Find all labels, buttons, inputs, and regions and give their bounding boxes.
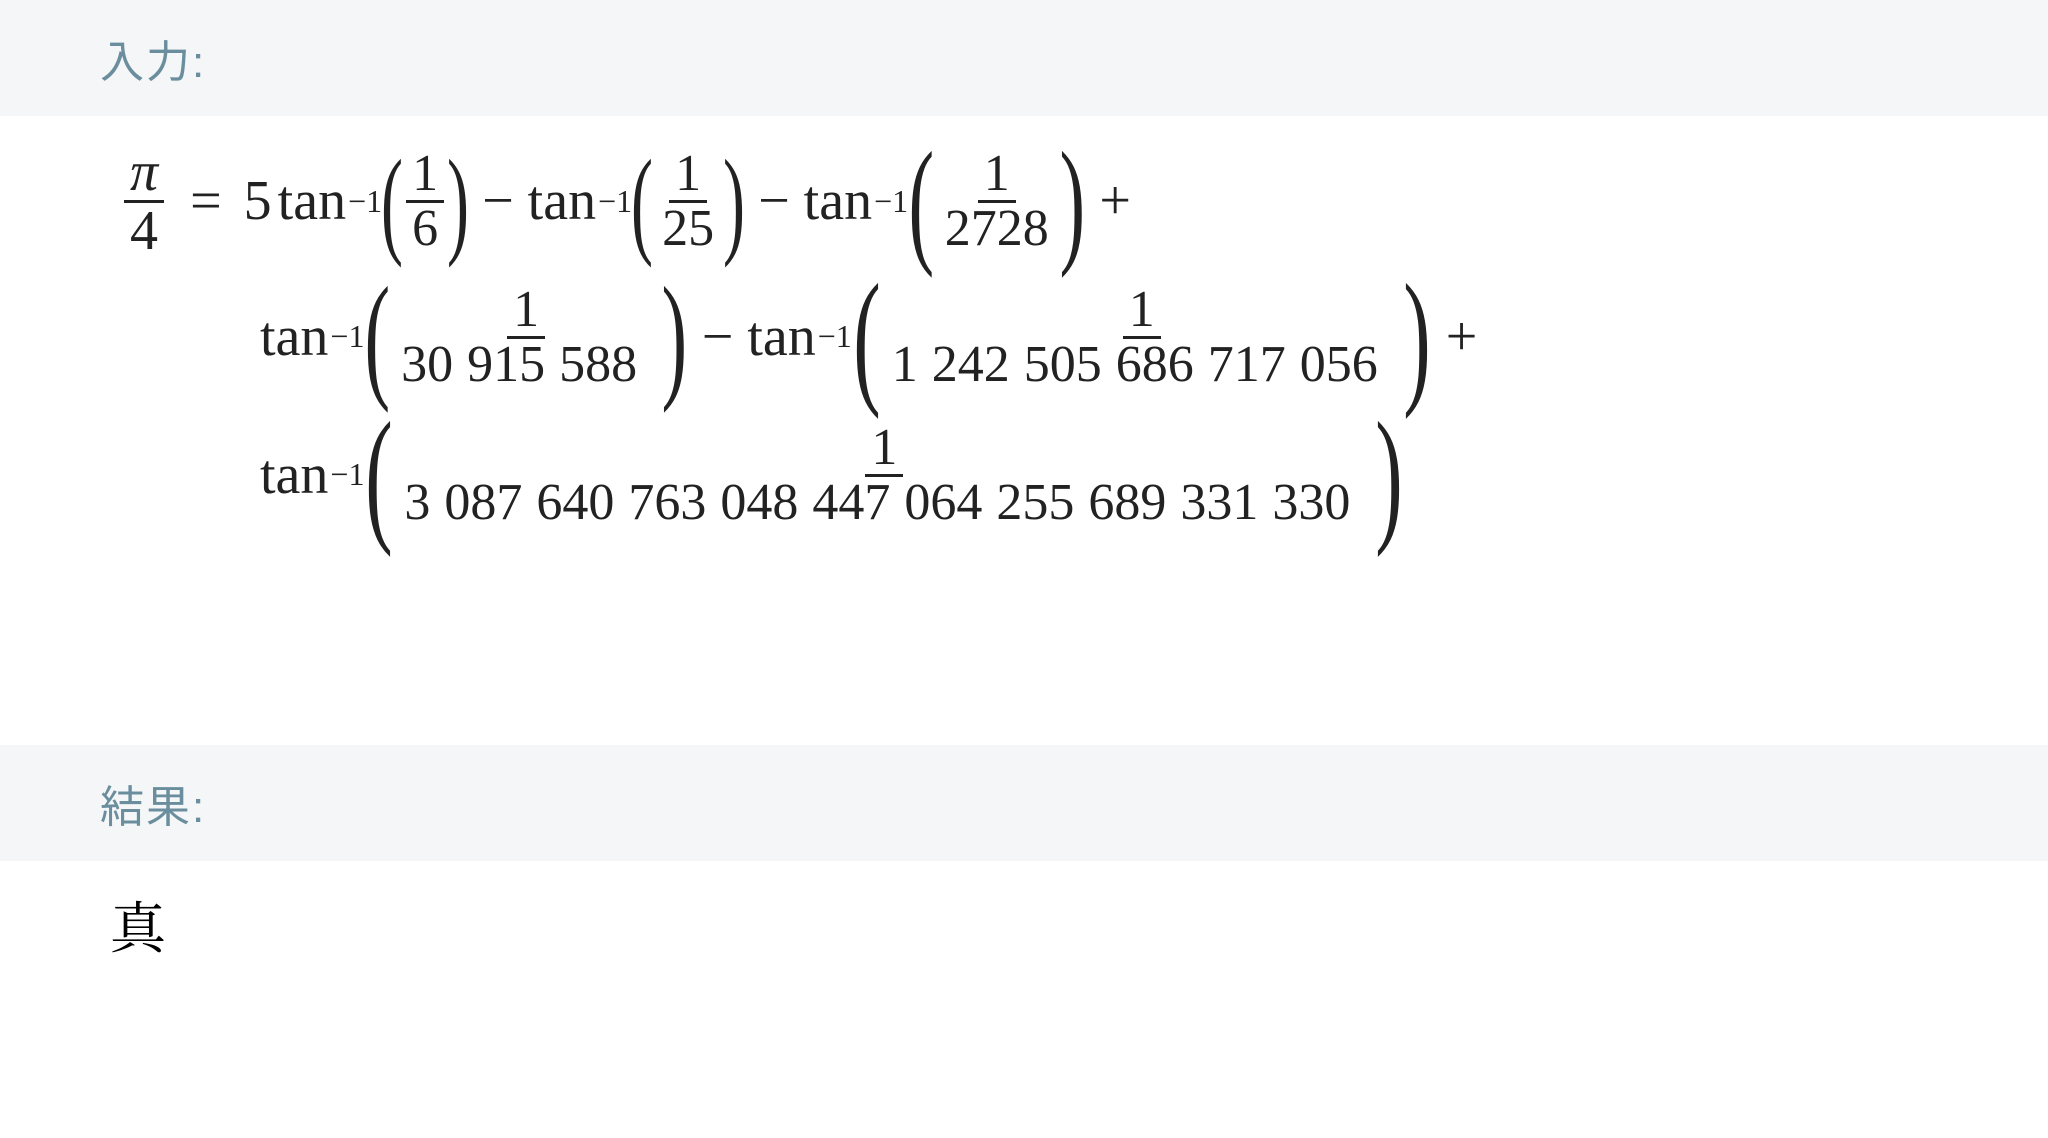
term-4-den: 1242505686717056 <box>886 339 1398 391</box>
result-label: 結果: <box>100 783 206 832</box>
term-0-op: − <box>482 172 514 231</box>
term-1-op: − <box>758 172 790 231</box>
term-3-exp: −1 <box>330 320 364 354</box>
term-0-fn: tan <box>278 172 346 231</box>
term-4-fn: tan <box>747 308 815 367</box>
spacer <box>0 535 2048 745</box>
rparen-icon: ) <box>662 281 688 393</box>
equation-line-1: π 4 = 5 tan−1 ( 1 6 ) − tan−1 ( 1 25 ) −… <box>120 144 2048 259</box>
term-5-den: 3087640763048447064255689331330 <box>398 477 1370 529</box>
input-section-header: 入力: <box>0 0 2048 116</box>
term-5-fn: tan <box>260 446 328 505</box>
rparen-icon: ) <box>1403 277 1430 397</box>
lparen-icon: ( <box>381 154 403 250</box>
rparen-icon: ) <box>723 154 745 250</box>
term-0-num: 1 <box>406 148 444 203</box>
equation-line-3: tan−1 ( 1 308764076304844706425568933133… <box>260 415 2048 535</box>
term-5-arg: 1 3087640763048447064255689331330 <box>398 422 1370 529</box>
lparen-icon: ( <box>365 281 391 393</box>
term-2-fn: tan <box>804 172 872 231</box>
rparen-icon: ) <box>1376 415 1403 535</box>
equation-line-2: tan−1 ( 1 30915588 ) − tan−1 ( 1 1242505… <box>260 277 2048 397</box>
lparen-icon: ( <box>853 277 880 397</box>
term-3-arg: 1 30915588 <box>395 284 657 391</box>
equals-sign: = <box>190 172 222 231</box>
term-1-exp: −1 <box>598 185 632 219</box>
term-3-den: 30915588 <box>395 339 657 391</box>
term-0-exp: −1 <box>348 185 382 219</box>
term-1-arg: 1 25 <box>656 148 720 255</box>
result-value: 真 <box>0 885 2048 965</box>
term-1-num: 1 <box>669 148 707 203</box>
term-0-arg: 1 6 <box>406 148 444 255</box>
term-4-op: + <box>1446 308 1478 367</box>
term-4-arg: 1 1242505686717056 <box>886 284 1398 391</box>
term-2-exp: −1 <box>874 185 908 219</box>
term-1-den: 25 <box>656 203 720 255</box>
term-5-num: 1 <box>865 422 903 477</box>
term-5-exp: −1 <box>330 458 364 492</box>
lparen-icon: ( <box>366 415 393 535</box>
term-3-fn: tan <box>260 308 328 367</box>
equation-block: π 4 = 5 tan−1 ( 1 6 ) − tan−1 ( 1 25 ) −… <box>0 116 2048 535</box>
lparen-icon: ( <box>631 154 653 250</box>
term-0-coef: 5 <box>244 172 272 231</box>
term-2-arg: 1 2728 <box>939 148 1055 255</box>
term-4-exp: −1 <box>818 320 852 354</box>
term-0-den: 6 <box>406 203 444 255</box>
term-2-num: 1 <box>978 148 1016 203</box>
term-3-num: 1 <box>507 284 545 339</box>
term-4-num: 1 <box>1123 284 1161 339</box>
rparen-icon: ) <box>447 154 469 250</box>
lhs-fraction: π 4 <box>124 144 164 259</box>
rparen-icon: ) <box>1059 146 1085 258</box>
lhs-numerator: π <box>130 141 158 203</box>
lparen-icon: ( <box>909 146 935 258</box>
input-label: 入力: <box>100 38 206 87</box>
term-2-den: 2728 <box>939 203 1055 255</box>
lhs-denominator: 4 <box>124 203 164 259</box>
term-3-op: − <box>702 308 734 367</box>
result-section-header: 結果: <box>0 745 2048 861</box>
term-1-fn: tan <box>528 172 596 231</box>
term-2-op: + <box>1099 172 1131 231</box>
